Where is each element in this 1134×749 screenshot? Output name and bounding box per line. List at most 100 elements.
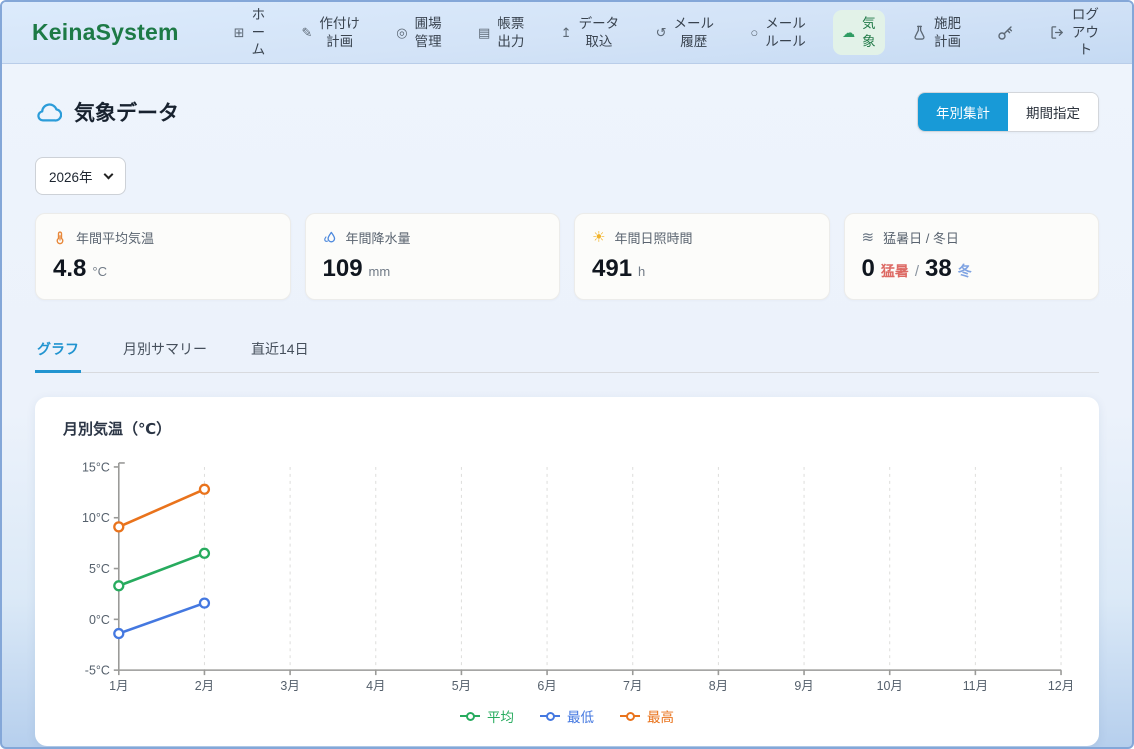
value-separator: /: [915, 263, 919, 280]
svg-text:5月: 5月: [452, 679, 471, 693]
legend-label: 最高: [647, 706, 674, 726]
nav-item-label: ログ アウ ト: [1072, 6, 1099, 59]
nav-item-label: 施肥 計画: [934, 15, 961, 50]
period-select-button[interactable]: 期間指定: [1008, 93, 1098, 131]
svg-text:9月: 9月: [794, 679, 813, 693]
svg-text:5°C: 5°C: [89, 562, 110, 576]
nav-item-mail-rules[interactable]: ○ メール ルール: [741, 10, 814, 55]
bell-icon: ○: [750, 26, 758, 39]
svg-text:1月: 1月: [109, 679, 128, 693]
nav-item-mail-history[interactable]: ↺ メール 履歴: [647, 10, 723, 55]
nav-item-label: 気 象: [862, 15, 876, 50]
stat-value: 109: [323, 255, 363, 283]
stat-card-precipitation: 年間降水量 109 mm: [305, 213, 561, 300]
legend-marker-minimum-icon: [540, 711, 560, 721]
tab-graph[interactable]: グラフ: [35, 330, 81, 373]
legend-marker-average-icon: [460, 711, 480, 721]
nav-item-key[interactable]: [988, 20, 1022, 46]
svg-text:-5°C: -5°C: [85, 664, 110, 678]
upload-icon: ↥: [561, 26, 572, 39]
nav-item-label: 作付け 計画: [319, 15, 360, 50]
droplet-icon: [323, 230, 337, 245]
page-title: 気象データ: [74, 97, 179, 127]
legend-item-maximum[interactable]: 最高: [620, 706, 674, 726]
legend-label: 最低: [567, 706, 594, 726]
nav-item-report-output[interactable]: ▤ 帳票 出力: [469, 10, 533, 55]
svg-text:12月: 12月: [1048, 679, 1073, 693]
chart-legend: 平均 最低 最高: [61, 706, 1073, 726]
svg-text:0°C: 0°C: [89, 613, 110, 627]
stat-card-sunshine: ☀ 年間日照時間 491 h: [574, 213, 830, 300]
cold-days-value: 38: [925, 255, 952, 283]
nav-item-label: 帳票 出力: [497, 15, 524, 50]
stat-cards: 年間平均気温 4.8 °C 年間降水量: [35, 213, 1099, 300]
pencil-icon: ✎: [301, 26, 312, 39]
stat-label: 年間平均気温: [76, 228, 154, 247]
hot-days-value: 0: [862, 255, 875, 283]
year-select[interactable]: 2026年: [35, 157, 126, 195]
key-icon: [997, 25, 1013, 41]
svg-text:3月: 3月: [280, 679, 299, 693]
view-toggle: 年別集計 期間指定: [917, 92, 1099, 132]
year-select-value: 2026年: [49, 166, 93, 186]
stat-label: 年間降水量: [346, 228, 411, 247]
svg-text:8月: 8月: [709, 679, 728, 693]
content-tabs: グラフ 月別サマリー 直近14日: [35, 330, 1099, 373]
nav-item-field-management[interactable]: ◎ 圃場 管理: [387, 10, 450, 55]
svg-text:11月: 11月: [963, 679, 988, 693]
legend-item-minimum[interactable]: 最低: [540, 706, 594, 726]
nav-item-logout[interactable]: ログ アウ ト: [1041, 1, 1108, 64]
nav-item-label: 圃場 管理: [415, 15, 442, 50]
cloud-icon: ☁: [842, 26, 855, 39]
chart-card: 月別気温（℃） 15°C10°C5°C0°C-5°C1月2月3月4月5月6月7月…: [35, 397, 1099, 746]
brand-logo[interactable]: KeinaSystem: [32, 19, 179, 46]
svg-text:15°C: 15°C: [82, 460, 110, 474]
nav-item-home[interactable]: ⊞ ホ ー ム: [225, 1, 274, 64]
nav-item-label: メール ルール: [765, 15, 806, 50]
stat-label: 猛暑日 / 冬日: [883, 228, 959, 247]
tab-monthly-summary[interactable]: 月別サマリー: [121, 330, 209, 372]
stat-unit: h: [638, 264, 645, 279]
svg-text:10°C: 10°C: [82, 511, 110, 525]
stat-label: 年間日照時間: [614, 228, 692, 247]
chevron-down-icon: [103, 169, 113, 179]
legend-marker-maximum-icon: [620, 711, 640, 721]
dashboard-grid-icon: ⊞: [234, 26, 245, 39]
nav-item-label: ホ ー ム: [252, 6, 266, 59]
svg-text:7月: 7月: [623, 679, 642, 693]
yearly-summary-button[interactable]: 年別集計: [918, 93, 1008, 131]
nav-item-fertilization-plan[interactable]: 施肥 計画: [903, 10, 970, 55]
hot-days-label: 猛暑: [881, 261, 909, 281]
cold-days-label: 冬: [958, 261, 972, 281]
stat-value: 491: [592, 255, 632, 283]
nav-item-planting-plan[interactable]: ✎ 作付け 計画: [292, 10, 368, 55]
document-icon: ▤: [478, 26, 490, 39]
stat-card-extreme-days: ≋ 猛暑日 / 冬日 0 猛暑 / 38 冬: [844, 213, 1100, 300]
stat-unit: °C: [92, 264, 107, 279]
flask-icon: [912, 25, 927, 40]
logout-icon: [1050, 25, 1065, 40]
monthly-temperature-chart: 15°C10°C5°C0°C-5°C1月2月3月4月5月6月7月8月9月10月1…: [61, 453, 1073, 704]
svg-text:2月: 2月: [195, 679, 214, 693]
stat-card-avg-temp: 年間平均気温 4.8 °C: [35, 213, 291, 300]
stat-value: 4.8: [53, 255, 86, 283]
weather-cloud-icon: [35, 99, 62, 126]
map-pin-icon: ◎: [396, 26, 407, 39]
stat-unit: mm: [369, 264, 391, 279]
svg-text:4月: 4月: [366, 679, 385, 693]
main-nav: ⊞ ホ ー ム ✎ 作付け 計画 ◎ 圃場 管理 ▤ 帳票 出力 ↥ データ 取…: [225, 1, 1108, 64]
nav-item-data-import[interactable]: ↥ データ 取込: [552, 10, 628, 55]
svg-text:10月: 10月: [877, 679, 903, 693]
nav-item-label: メール 履歴: [673, 15, 714, 50]
top-navbar: KeinaSystem ⊞ ホ ー ム ✎ 作付け 計画 ◎ 圃場 管理 ▤ 帳…: [2, 2, 1132, 64]
legend-label: 平均: [487, 706, 514, 726]
wind-icon: ≋: [862, 230, 875, 245]
nav-item-label: データ 取込: [579, 15, 620, 50]
tab-recent-14-days[interactable]: 直近14日: [249, 330, 311, 372]
history-clock-icon: ↺: [656, 26, 667, 39]
chart-title: 月別気温（℃）: [63, 418, 1073, 439]
sun-icon: ☀: [592, 230, 605, 245]
legend-item-average[interactable]: 平均: [460, 706, 514, 726]
app-window: KeinaSystem ⊞ ホ ー ム ✎ 作付け 計画 ◎ 圃場 管理 ▤ 帳…: [0, 0, 1134, 749]
nav-item-weather[interactable]: ☁ 気 象: [833, 10, 885, 55]
